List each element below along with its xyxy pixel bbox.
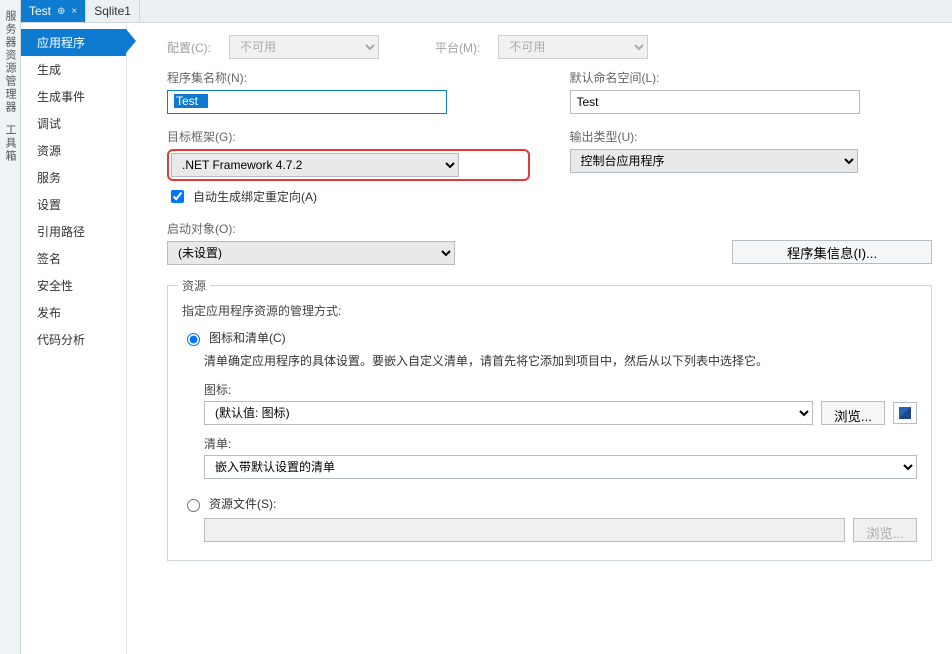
sidebar-item-services[interactable]: 服务	[21, 164, 126, 191]
radio-resource-file[interactable]	[187, 499, 200, 512]
default-namespace-label: 默认命名空间(L):	[570, 69, 933, 86]
sidebar-item-code-analysis[interactable]: 代码分析	[21, 326, 126, 353]
sidebar-item-security[interactable]: 安全性	[21, 272, 126, 299]
configuration-select: 不可用	[229, 35, 379, 59]
configuration-label: 配置(C):	[167, 39, 211, 56]
resources-group-title: 资源	[178, 277, 210, 294]
rail-item-toolbox[interactable]: 工具箱	[2, 124, 18, 163]
icon-label: 图标:	[204, 381, 917, 398]
target-framework-label: 目标框架(G):	[167, 128, 530, 145]
resources-group: 资源 指定应用程序资源的管理方式: 图标和清单(C) 清单确定应用程序的具体设置…	[167, 285, 932, 561]
tab-title: Test	[29, 4, 51, 18]
document-tab-bar: Test ⊕ × Sqlite1	[21, 0, 952, 23]
assembly-info-button[interactable]: 程序集信息(I)...	[732, 240, 932, 264]
default-namespace-input[interactable]	[570, 90, 860, 114]
platform-label: 平台(M):	[435, 39, 480, 56]
auto-binding-redirect-checkbox[interactable]	[171, 190, 184, 203]
application-page: 配置(C): 不可用 平台(M): 不可用 程序集名称(N): Test	[127, 23, 952, 654]
assembly-name-label: 程序集名称(N):	[167, 69, 530, 86]
browse-resource-file-button: 浏览...	[853, 518, 917, 542]
tab-sqlite1[interactable]: Sqlite1	[86, 0, 140, 22]
sidebar-item-resources[interactable]: 资源	[21, 137, 126, 164]
sidebar-item-debug[interactable]: 调试	[21, 110, 126, 137]
output-type-label: 输出类型(U):	[570, 128, 933, 145]
resources-desc: 指定应用程序资源的管理方式:	[182, 302, 917, 319]
auto-binding-redirect-label: 自动生成绑定重定向(A)	[193, 188, 317, 205]
startup-object-select[interactable]: (未设置)	[167, 241, 455, 265]
output-type-select[interactable]: 控制台应用程序	[570, 149, 858, 173]
close-icon[interactable]: ×	[71, 6, 77, 17]
radio-icon-manifest[interactable]	[187, 333, 200, 346]
sidebar-item-publish[interactable]: 发布	[21, 299, 126, 326]
tab-title: Sqlite1	[94, 4, 131, 18]
icon-select[interactable]: (默认值: 图标)	[204, 401, 813, 425]
radio-resource-file-label: 资源文件(S):	[209, 495, 276, 512]
radio-icon-manifest-label: 图标和清单(C)	[209, 329, 286, 346]
app-icon-preview	[893, 402, 917, 424]
sidebar-item-reference-paths[interactable]: 引用路径	[21, 218, 126, 245]
manifest-select[interactable]: 嵌入带默认设置的清单	[204, 455, 917, 479]
platform-select: 不可用	[498, 35, 648, 59]
target-framework-highlight: .NET Framework 4.7.2	[167, 149, 530, 181]
sidebar-item-build-events[interactable]: 生成事件	[21, 83, 126, 110]
tab-test[interactable]: Test ⊕ ×	[21, 0, 86, 22]
manifest-desc: 清单确定应用程序的具体设置。要嵌入自定义清单，请首先将它添加到项目中，然后从以下…	[204, 352, 917, 371]
left-tool-rail: 服务器资源管理器 工具箱	[0, 0, 21, 654]
sidebar-item-settings[interactable]: 设置	[21, 191, 126, 218]
rail-item-server-explorer[interactable]: 服务器资源管理器	[2, 10, 18, 114]
project-page-sidebar: 应用程序 生成 生成事件 调试 资源 服务 设置 引用路径 签名 安全性 发布 …	[21, 23, 127, 654]
sidebar-item-build[interactable]: 生成	[21, 56, 126, 83]
target-framework-select[interactable]: .NET Framework 4.7.2	[171, 153, 459, 177]
startup-object-label: 启动对象(O):	[167, 220, 455, 237]
assembly-name-value: Test	[174, 94, 208, 108]
sidebar-item-signing[interactable]: 签名	[21, 245, 126, 272]
manifest-label: 清单:	[204, 435, 917, 452]
assembly-name-input[interactable]: Test	[167, 90, 447, 114]
resource-file-input	[204, 518, 845, 542]
sidebar-item-application[interactable]: 应用程序	[21, 29, 126, 56]
browse-icon-button[interactable]: 浏览...	[821, 401, 885, 425]
pin-icon[interactable]: ⊕	[57, 6, 65, 17]
